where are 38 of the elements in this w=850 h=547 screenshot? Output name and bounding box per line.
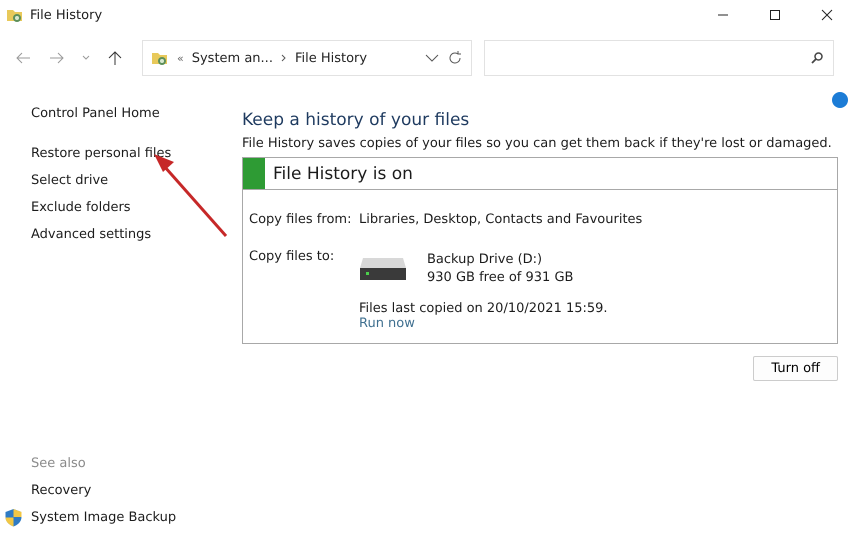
drive-icon	[359, 256, 407, 282]
field-label: Copy files from:	[249, 212, 352, 227]
turn-off-button[interactable]: Turn off	[753, 356, 838, 381]
dropdown-icon[interactable]	[425, 54, 439, 62]
sidebar-link[interactable]: Advanced settings	[31, 221, 230, 248]
search-icon	[811, 52, 823, 64]
see-also-heading: See also	[31, 455, 87, 473]
page-heading: Keep a history of your files	[242, 110, 470, 130]
sidebar-link[interactable]: Exclude folders	[31, 194, 230, 221]
sidebar-link[interactable]: Select drive	[31, 167, 230, 194]
refresh-icon[interactable]	[447, 50, 463, 66]
window-title: File History	[30, 8, 104, 22]
forward-arrow-icon[interactable]	[49, 52, 65, 64]
see-also-link[interactable]: Recovery	[31, 477, 92, 504]
help-icon[interactable]	[832, 92, 848, 108]
sidebar-link[interactable]: Restore personal files	[31, 140, 230, 167]
run-now-link[interactable]: Run now	[359, 316, 415, 331]
close-icon[interactable]	[821, 9, 833, 21]
breadcrumb[interactable]: System an...	[192, 50, 273, 66]
field-value: Libraries, Desktop, Contacts and Favourites	[359, 212, 642, 227]
drive-space: 930 GB free of 931 GB	[427, 269, 574, 287]
search-field[interactable]	[484, 40, 834, 76]
chevron-icon	[280, 54, 287, 62]
up-arrow-icon[interactable]	[108, 50, 122, 66]
overflow-icon[interactable]: «	[177, 52, 184, 64]
back-arrow-icon[interactable]	[15, 52, 31, 64]
sidebar-link[interactable]: Control Panel Home	[31, 100, 230, 127]
see-also-link[interactable]: System Image Backup	[31, 504, 176, 531]
shield-icon	[4, 508, 23, 527]
caret-icon[interactable]	[82, 55, 90, 61]
description: File History saves copies of your files so you can get them back if they're lost or damaged.	[242, 136, 833, 151]
maximize-icon[interactable]	[769, 9, 781, 21]
last-copied-text: Files last copied on 20/10/2021 15:59.	[359, 301, 609, 316]
address-bar[interactable]: « System an... File History	[142, 40, 472, 76]
breadcrumb[interactable]: File History	[294, 50, 368, 66]
field-label: Copy files to:	[249, 249, 336, 266]
status-text: File History is on	[273, 164, 413, 184]
drive-name: Backup Drive (D:)	[427, 251, 544, 269]
